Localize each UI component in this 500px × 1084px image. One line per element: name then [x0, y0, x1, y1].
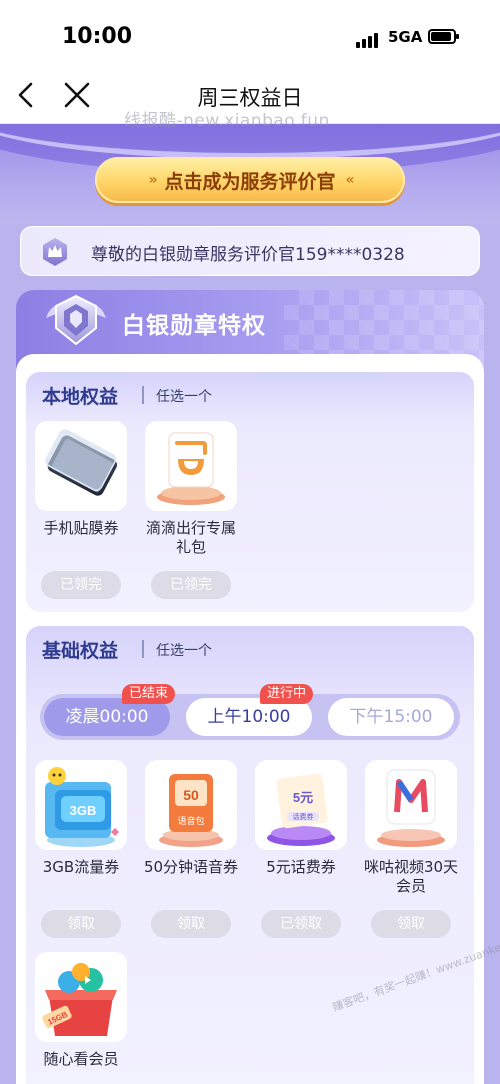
bill-badge-text: 5元: [293, 790, 313, 805]
divider: [142, 640, 144, 658]
didi-logo-icon: [157, 432, 225, 505]
card-name: 滴滴出行专属礼包: [145, 519, 236, 556]
reward-card-suixinkan[interactable]: 15GB 随心看会员: [35, 952, 127, 1069]
ended-tag: 已结束: [122, 684, 176, 704]
become-reviewer-button[interactable]: » 点击成为服务评价官 «: [95, 157, 405, 203]
time-slot-tabs: 凌晨00:00 已结束 上午10:00 进行中 下午15:00: [40, 684, 460, 740]
section-title: 基础权益: [42, 640, 119, 662]
in-progress-tag: 进行中: [260, 684, 314, 704]
card-name: 手机贴膜券: [43, 519, 119, 537]
signal-icon: [356, 29, 380, 48]
card-name: 50分钟语音券: [143, 858, 239, 876]
divider: [142, 386, 144, 404]
gift-box-icon: 15GB: [42, 963, 117, 1036]
claim-button[interactable]: 领取: [151, 910, 231, 938]
crown-icon: [43, 238, 67, 266]
watermark: 线报酷-new.xianbao.fun: [124, 111, 330, 131]
section-subtitle: 任选一个: [156, 643, 212, 659]
arrows-right-icon: »: [148, 172, 157, 188]
reward-card-migu[interactable]: 咪咕视频30天会员 领取: [364, 760, 458, 938]
tab-label: 凌晨00:00: [65, 707, 149, 727]
section-subtitle: 任选一个: [156, 389, 212, 405]
tab-1000[interactable]: 上午10:00 进行中: [186, 684, 314, 736]
battery-icon: [428, 29, 459, 44]
clock: 10:00: [62, 24, 133, 49]
voice-sub-text: 语音包: [177, 815, 204, 827]
card-image: 15GB: [35, 952, 127, 1042]
silver-medal-icon: [46, 294, 106, 346]
card-name: 咪咕视频30天会员: [363, 858, 459, 895]
reward-card-voice[interactable]: 50 语音包 50分钟语音券 领取: [144, 760, 238, 938]
claim-button[interactable]: 领取: [41, 910, 121, 938]
user-greeting: 尊敬的白银勋章服务评价官159****0328: [91, 245, 405, 265]
section-title: 本地权益: [42, 386, 119, 408]
network-type: 5GA: [388, 28, 423, 46]
card-name: 5元话费券: [266, 858, 336, 876]
local-benefits-section: 本地权益 任选一个 手机贴膜券 已领完 滴滴出行专属礼包 已领完: [26, 372, 474, 612]
card-image: [365, 760, 457, 850]
claim-button[interactable]: 已领完: [41, 571, 121, 599]
claim-button[interactable]: 领取: [371, 910, 451, 938]
claimed-button[interactable]: 已领取: [261, 910, 341, 938]
arrows-left-icon: «: [345, 172, 355, 188]
privilege-title: 白银勋章特权: [122, 313, 266, 339]
hero-banner: » 点击成为服务评价官 «: [0, 124, 500, 224]
phone-screen-protector-icon: [45, 429, 117, 496]
card-image: 50 语音包: [145, 760, 237, 850]
tab-1500[interactable]: 下午15:00: [328, 698, 454, 736]
migu-video-icon: [377, 769, 445, 847]
data-badge-text: 3GB: [70, 803, 97, 818]
voice-badge-text: 50: [183, 787, 199, 803]
tab-label: 下午15:00: [349, 707, 433, 727]
tab-0000[interactable]: 凌晨00:00 已结束: [44, 684, 176, 736]
user-banner: 尊敬的白银勋章服务评价官159****0328: [20, 226, 480, 276]
card-image: 3GB: [35, 760, 127, 850]
claim-button[interactable]: 已领完: [151, 571, 231, 599]
status-bar: 10:00 5GA: [0, 0, 500, 70]
card-image: [35, 421, 127, 511]
reward-card-phone-bill[interactable]: 5元 话费券 5元话费券 已领取: [255, 760, 347, 938]
card-name: 随心看会员: [43, 1050, 119, 1068]
reward-card-screen-protector[interactable]: 手机贴膜券 已领完: [35, 421, 127, 599]
card-name: 3GB流量券: [42, 858, 120, 876]
cta-label: 点击成为服务评价官: [164, 170, 336, 193]
card-image: 5元 话费券: [255, 760, 347, 850]
voice-pack-icon: 50 语音包: [159, 774, 223, 847]
bill-sub-text: 话费券: [293, 812, 314, 821]
reward-card-data[interactable]: 3GB 3GB流量券 领取: [35, 760, 127, 938]
card-image: [145, 421, 237, 511]
tab-label: 上午10:00: [207, 707, 291, 727]
phone-bill-coupon-icon: 5元 话费券: [267, 773, 335, 846]
data-card-icon: 3GB: [45, 767, 119, 847]
reward-card-didi[interactable]: 滴滴出行专属礼包 已领完: [145, 421, 237, 599]
